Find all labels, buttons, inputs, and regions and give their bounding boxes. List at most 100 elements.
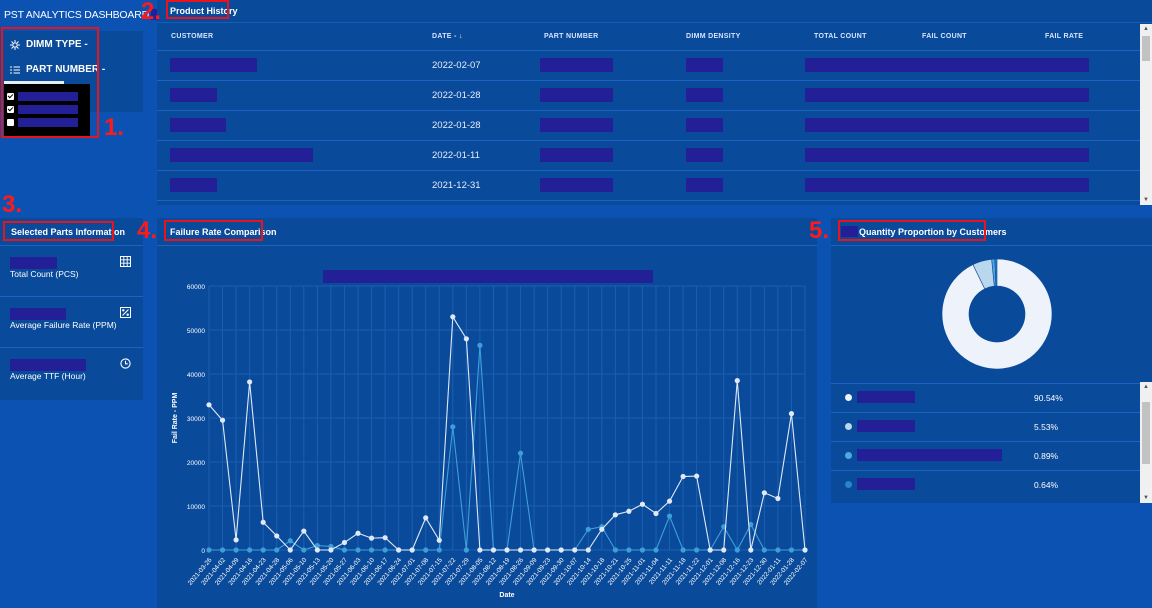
redacted-dimm-density [686,118,723,132]
cell-date: 2022-01-28 [432,120,481,131]
redacted-counts [805,88,1089,102]
data-point [260,519,266,525]
redacted-part-number [540,88,613,102]
kpi-label: Total Count (PCS) [10,269,79,279]
table-row[interactable]: 2022-01-28 [157,80,1140,111]
data-point [517,547,524,553]
redacted-value [10,359,86,371]
cell-date: 2021-12-31 [432,180,481,191]
product-history-panel: Product History CUSTOMER DATE - ↓ PART N… [157,0,1152,205]
data-point [680,547,686,553]
data-point [355,530,361,536]
column-header-part-number[interactable]: PART NUMBER [544,33,599,40]
column-header-customer[interactable]: CUSTOMER [171,33,213,40]
data-point [233,537,239,543]
data-point [490,547,497,553]
data-point [219,547,226,553]
callout-number: 4. [137,217,158,244]
redacted-counts [805,178,1089,192]
data-point [694,547,700,553]
data-point [219,417,226,423]
table-row[interactable]: 2022-01-28 [157,110,1140,141]
scroll-up-icon[interactable]: ▲ [1140,382,1152,392]
redacted-part-number [540,148,613,162]
scroll-thumb[interactable] [1142,402,1150,464]
column-header-total-count[interactable]: TOTAL COUNT [814,33,867,40]
column-header-dimm-density[interactable]: DIMM DENSITY [686,33,741,40]
data-point [517,450,524,456]
failure-rate-panel: Failure Rate Comparison 0 10000 20000 30000… [157,218,817,608]
scroll-thumb[interactable] [1142,36,1150,61]
data-point [436,547,442,553]
redacted-dimm-density [686,88,723,102]
data-point [680,473,686,480]
column-header-fail-rate[interactable]: FAIL RATE [1045,33,1083,40]
redacted-customer [170,88,217,102]
kpi-average-failure-rate: Average Failure Rate (PPM) [0,296,143,347]
data-point [775,495,781,502]
percent-box-icon [120,307,131,318]
table-row[interactable]: 2022-02-07 [157,50,1140,81]
y-tick-label: 20000 [187,460,205,467]
failure-rate-chart: 01000020000300004000050000600002021-03-2… [172,284,810,599]
legend-percentage: 0.89% [1034,451,1059,461]
selected-parts-panel: Selected Parts Information Total Count (… [0,218,143,400]
data-point [761,490,767,496]
redacted-customer [857,420,915,432]
data-point [260,547,266,553]
data-point [341,539,348,546]
data-point [545,547,551,553]
data-point [734,378,740,384]
data-point [396,547,402,553]
table-row[interactable]: 2022-01-11 [157,140,1140,171]
scroll-up-icon[interactable]: ▲ [1140,24,1152,34]
data-point [314,547,320,553]
data-point [423,515,429,521]
table-row[interactable]: 2021-12-30 [157,200,1140,205]
table-row[interactable]: 2021-12-31 [157,170,1140,201]
data-point [301,528,307,534]
redacted-dimm-density [686,178,723,192]
data-point [287,547,293,553]
legend-item[interactable]: 5.53% [831,412,1140,442]
table-scrollbar[interactable]: ▲ ▼ [1140,24,1152,205]
data-point [721,547,727,553]
callout-number: 1. [104,114,125,141]
annotation-box [164,220,263,241]
data-point [274,533,280,539]
x-axis-label: Date [499,592,514,599]
y-tick-label: 40000 [187,372,205,379]
legend-percentage: 0.64% [1034,480,1059,490]
redacted-part-number [540,178,613,192]
cell-date: 2022-02-07 [432,60,481,71]
data-point [639,501,646,507]
redacted-dimm-density [686,58,723,72]
legend-item[interactable]: 90.54% [831,383,1140,413]
callout-number: 3. [2,191,23,218]
scroll-down-icon[interactable]: ▼ [1140,195,1152,205]
redacted-value [10,308,66,320]
legend-dot-icon [845,394,852,401]
column-header-date[interactable]: DATE - ↓ [432,33,463,40]
column-header-fail-count[interactable]: FAIL COUNT [922,33,967,40]
data-point [748,547,754,553]
data-point [382,547,388,553]
kpi-average-ttf: Average TTF (Hour) [0,347,143,398]
redacted-customer [170,118,226,132]
data-point [423,547,429,553]
legend-dot-icon [845,423,852,430]
legend-dot-icon [845,481,852,488]
donut-slice[interactable] [941,258,1053,370]
legend-item[interactable]: 0.89% [831,441,1140,471]
data-point [368,535,375,541]
data-point [247,547,253,553]
divider [831,245,1152,246]
data-point [328,547,334,553]
scroll-down-icon[interactable]: ▼ [1140,493,1152,503]
legend-scrollbar[interactable]: ▲ ▼ [1140,382,1152,503]
annotation-box [838,220,986,241]
data-point [599,526,605,532]
redacted-customer [170,58,257,72]
kpi-label: Average Failure Rate (PPM) [10,320,117,330]
legend-item[interactable]: 0.64% [831,470,1140,500]
